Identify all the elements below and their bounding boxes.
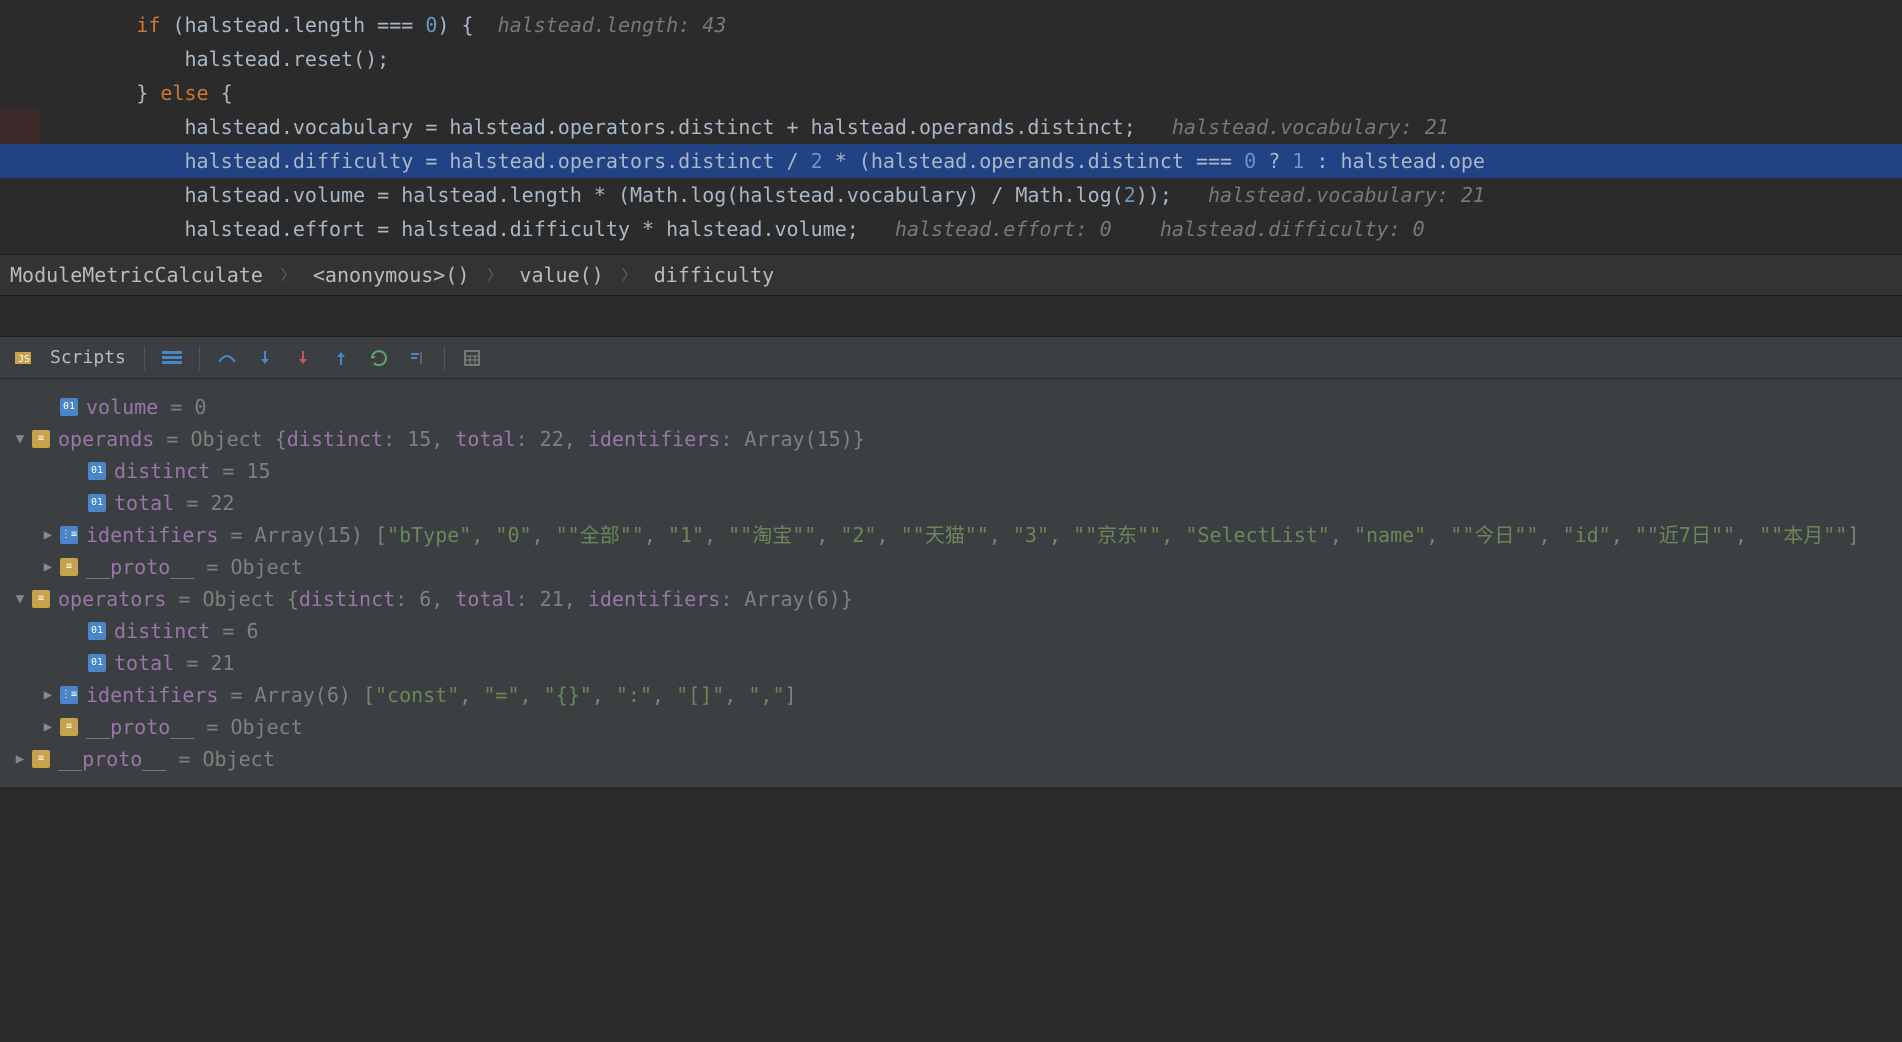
var-volume[interactable]: ▶01volume = 0 [4, 391, 1898, 423]
step-over-icon[interactable] [212, 344, 242, 372]
type-icon: 01 [88, 622, 106, 640]
var-operators-distinct[interactable]: ▶01distinct = 6 [4, 615, 1898, 647]
var-operators-total[interactable]: ▶01total = 21 [4, 647, 1898, 679]
code-line[interactable]: halstead.effort = halstead.difficulty * … [0, 212, 1902, 246]
evaluate-icon[interactable] [402, 344, 432, 372]
var-operands-total[interactable]: ▶01total = 22 [4, 487, 1898, 519]
breadcrumb-item[interactable]: ModuleMetricCalculate [10, 263, 263, 287]
breadcrumb-item[interactable]: <anonymous>() [313, 263, 470, 287]
type-icon: ≡ [32, 430, 50, 448]
chevron-icon[interactable]: ▶ [36, 551, 60, 583]
type-icon: 01 [88, 462, 106, 480]
chevron-icon[interactable]: ▼ [8, 423, 32, 455]
variables-tree[interactable]: ▶01volume = 0▼≡operands = Object {distin… [0, 379, 1902, 787]
var-proto[interactable]: ▶≡__proto__ = Object [4, 743, 1898, 775]
chevron-right-icon: 〉 [487, 265, 501, 285]
var-operands-proto[interactable]: ▶≡__proto__ = Object [4, 551, 1898, 583]
type-icon: 01 [60, 398, 78, 416]
debug-panel: JS Scripts ▶01volume = 0▼≡operands [0, 336, 1902, 787]
type-icon: 01 [88, 654, 106, 672]
code-line[interactable]: halstead.vocabulary = halstead.operators… [0, 110, 1902, 144]
type-icon: ≡ [60, 718, 78, 736]
chevron-right-icon: 〉 [281, 265, 295, 285]
type-icon: ⋮≡ [60, 686, 78, 704]
debug-toolbar: JS Scripts [0, 337, 1902, 379]
code-editor[interactable]: if (halstead.length === 0) { halstead.le… [0, 0, 1902, 246]
type-icon: ⋮≡ [60, 526, 78, 544]
type-icon: ≡ [60, 558, 78, 576]
type-icon: ≡ [32, 590, 50, 608]
var-operators-proto[interactable]: ▶≡__proto__ = Object [4, 711, 1898, 743]
force-step-into-icon[interactable] [288, 344, 318, 372]
chevron-icon[interactable]: ▶ [36, 519, 60, 551]
breadcrumb-item[interactable]: difficulty [654, 263, 774, 287]
breadcrumb: ModuleMetricCalculate 〉 <anonymous>() 〉 valu… [0, 254, 1902, 296]
scripts-label: Scripts [50, 347, 126, 368]
breadcrumb-item[interactable]: value() [519, 263, 603, 287]
frames-icon[interactable] [157, 344, 187, 372]
code-line[interactable]: } else { [0, 76, 1902, 110]
var-operators-identifiers[interactable]: ▶⋮≡identifiers = Array(6) ["const", "=",… [4, 679, 1898, 711]
chevron-right-icon: 〉 [622, 265, 636, 285]
chevron-icon[interactable]: ▶ [36, 679, 60, 711]
var-operators[interactable]: ▼≡operators = Object {distinct: 6, total… [4, 583, 1898, 615]
var-operands-distinct[interactable]: ▶01distinct = 15 [4, 455, 1898, 487]
run-to-cursor-icon[interactable] [364, 344, 394, 372]
step-into-icon[interactable] [250, 344, 280, 372]
type-icon: ≡ [32, 750, 50, 768]
scripts-icon[interactable]: JS [8, 344, 38, 372]
var-operands[interactable]: ▼≡operands = Object {distinct: 15, total… [4, 423, 1898, 455]
code-line[interactable]: halstead.volume = halstead.length * (Mat… [0, 178, 1902, 212]
svg-text:JS: JS [18, 354, 30, 365]
code-line[interactable]: if (halstead.length === 0) { halstead.le… [0, 8, 1902, 42]
code-line[interactable]: halstead.reset(); [0, 42, 1902, 76]
chevron-icon[interactable]: ▼ [8, 583, 32, 615]
type-icon: 01 [88, 494, 106, 512]
calculator-icon[interactable] [457, 344, 487, 372]
chevron-icon[interactable]: ▶ [8, 743, 32, 775]
var-operands-identifiers[interactable]: ▶⋮≡identifiers = Array(15) ["bType", "0"… [4, 519, 1898, 551]
step-out-icon[interactable] [326, 344, 356, 372]
code-line[interactable]: halstead.difficulty = halstead.operators… [0, 144, 1902, 178]
chevron-icon[interactable]: ▶ [36, 711, 60, 743]
